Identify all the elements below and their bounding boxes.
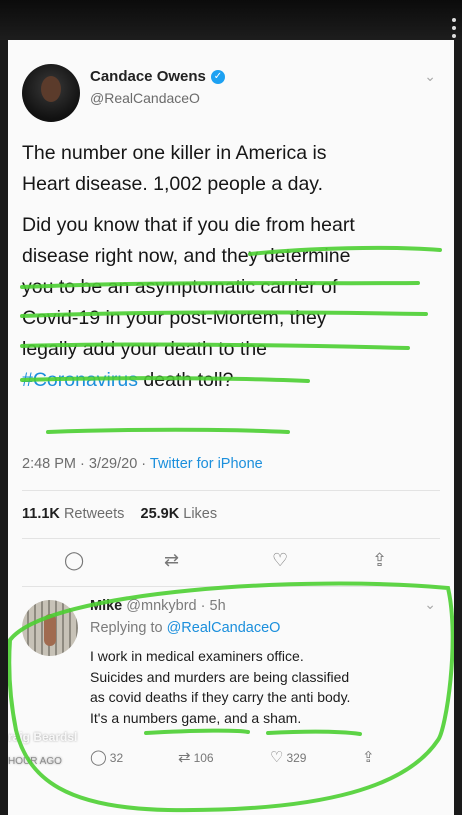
phone-top-bar [0,0,462,40]
reply-icon: ◯ [90,749,107,766]
retweets-count[interactable]: 11.1K [22,506,60,522]
replying-to: Replying to @RealCandaceO [90,620,280,636]
reply-age: 5h [209,598,226,614]
author-name[interactable]: Candace Owens [90,68,206,85]
reply-author-avatar[interactable] [22,600,78,656]
reply-author-name[interactable]: Mike [90,598,122,614]
reply-retweet-count: 106 [193,751,214,765]
text-line: death toll? [137,369,234,391]
likes-label[interactable]: Likes [183,506,217,522]
replying-to-label: Replying to [90,620,163,636]
tweet-date: 3/29/20 [88,456,138,472]
like-icon[interactable]: ♡ [272,550,288,571]
text-line: legally add your death to the [22,338,268,360]
divider [22,586,440,587]
retweet-icon: ⇄ [178,749,191,766]
reply-retweet-button[interactable]: ⇄ 106 [178,748,214,766]
share-icon: ⇪ [362,749,375,766]
underline-mark [266,729,362,736]
watermark-time: HOUR AGO [8,756,62,767]
retweet-icon[interactable]: ⇄ [164,550,179,571]
reply-reply-button[interactable]: ◯ 32 [90,748,123,766]
reply-author-handle[interactable]: @mnkybrd [126,598,196,614]
hashtag-link[interactable]: #Coronavirus [22,369,138,391]
text-line: Did you know that if you die from heart [22,214,355,236]
text-line: I work in medical examiners office. [90,648,304,664]
text-line: The number one killer in America is [22,142,327,164]
tweet-paragraph-2: Did you know that if you die from heart … [22,210,442,396]
tweet-action-bar: ◯ ⇄ ♡ ⇪ [8,550,454,578]
engagement-stats: 11.1K Retweets 25.9K Likes [22,506,217,522]
reply-text: I work in medical examiners office. Suic… [90,646,440,728]
tweet-paragraph-1: The number one killer in America is Hear… [22,138,442,200]
verified-icon: ✓ [210,69,225,84]
reply-like-count: 329 [286,751,307,765]
underline-mark [46,427,290,434]
text-line: as covid deaths if they carry the anti b… [90,689,351,705]
tweet-text: The number one killer in America is Hear… [22,138,442,406]
divider [22,538,440,539]
text-line: Heart disease. 1,002 people a day. [22,173,324,195]
author-handle[interactable]: @RealCandaceO [90,90,200,106]
divider [22,490,440,491]
reply-share-button[interactable]: ⇪ [362,748,378,766]
text-line: Suicides and murders are being classifie… [90,668,350,685]
author-avatar[interactable] [22,64,80,122]
tweet-timestamp: 2:48 PM · 3/29/20 · Twitter for iPhone [22,456,263,472]
text-line: Covid-19 in your post-Mortem, they [22,307,327,329]
text-line: you to be an asymptomatic carrier of [22,276,338,298]
replying-to-handle[interactable]: @RealCandaceO [167,620,281,636]
more-options-icon[interactable] [452,18,456,42]
underline-mark [144,728,250,735]
reply-author-row: Mike @mnkybrd · 5h [90,598,226,614]
author-name-row: Candace Owens ✓ [90,68,225,85]
share-icon[interactable]: ⇪ [372,550,387,571]
retweets-label[interactable]: Retweets [64,506,124,522]
story-watermark: raig Beardsl HOUR AGO [8,730,78,767]
left-edge [0,40,8,815]
reply-like-button[interactable]: ♡ 329 [270,748,306,766]
chevron-down-icon[interactable]: ⌄ [424,68,436,85]
tweet-source-link[interactable]: Twitter for iPhone [150,456,263,472]
likes-count[interactable]: 25.9K [141,506,180,522]
text-line: It's a numbers game, and a sham. [90,709,302,726]
reply-icon[interactable]: ◯ [64,550,84,571]
reply-reply-count: 32 [109,751,124,765]
right-edge [454,40,462,815]
watermark-name: raig Beardsl [8,730,78,744]
text-line: disease right now, and they determine [22,245,351,267]
tweet-time: 2:48 PM [22,456,76,472]
tweet-screenshot-card: Candace Owens ✓ @RealCandaceO ⌄ The numb… [8,40,454,815]
like-icon: ♡ [270,749,284,766]
chevron-down-icon[interactable]: ⌄ [424,596,436,613]
